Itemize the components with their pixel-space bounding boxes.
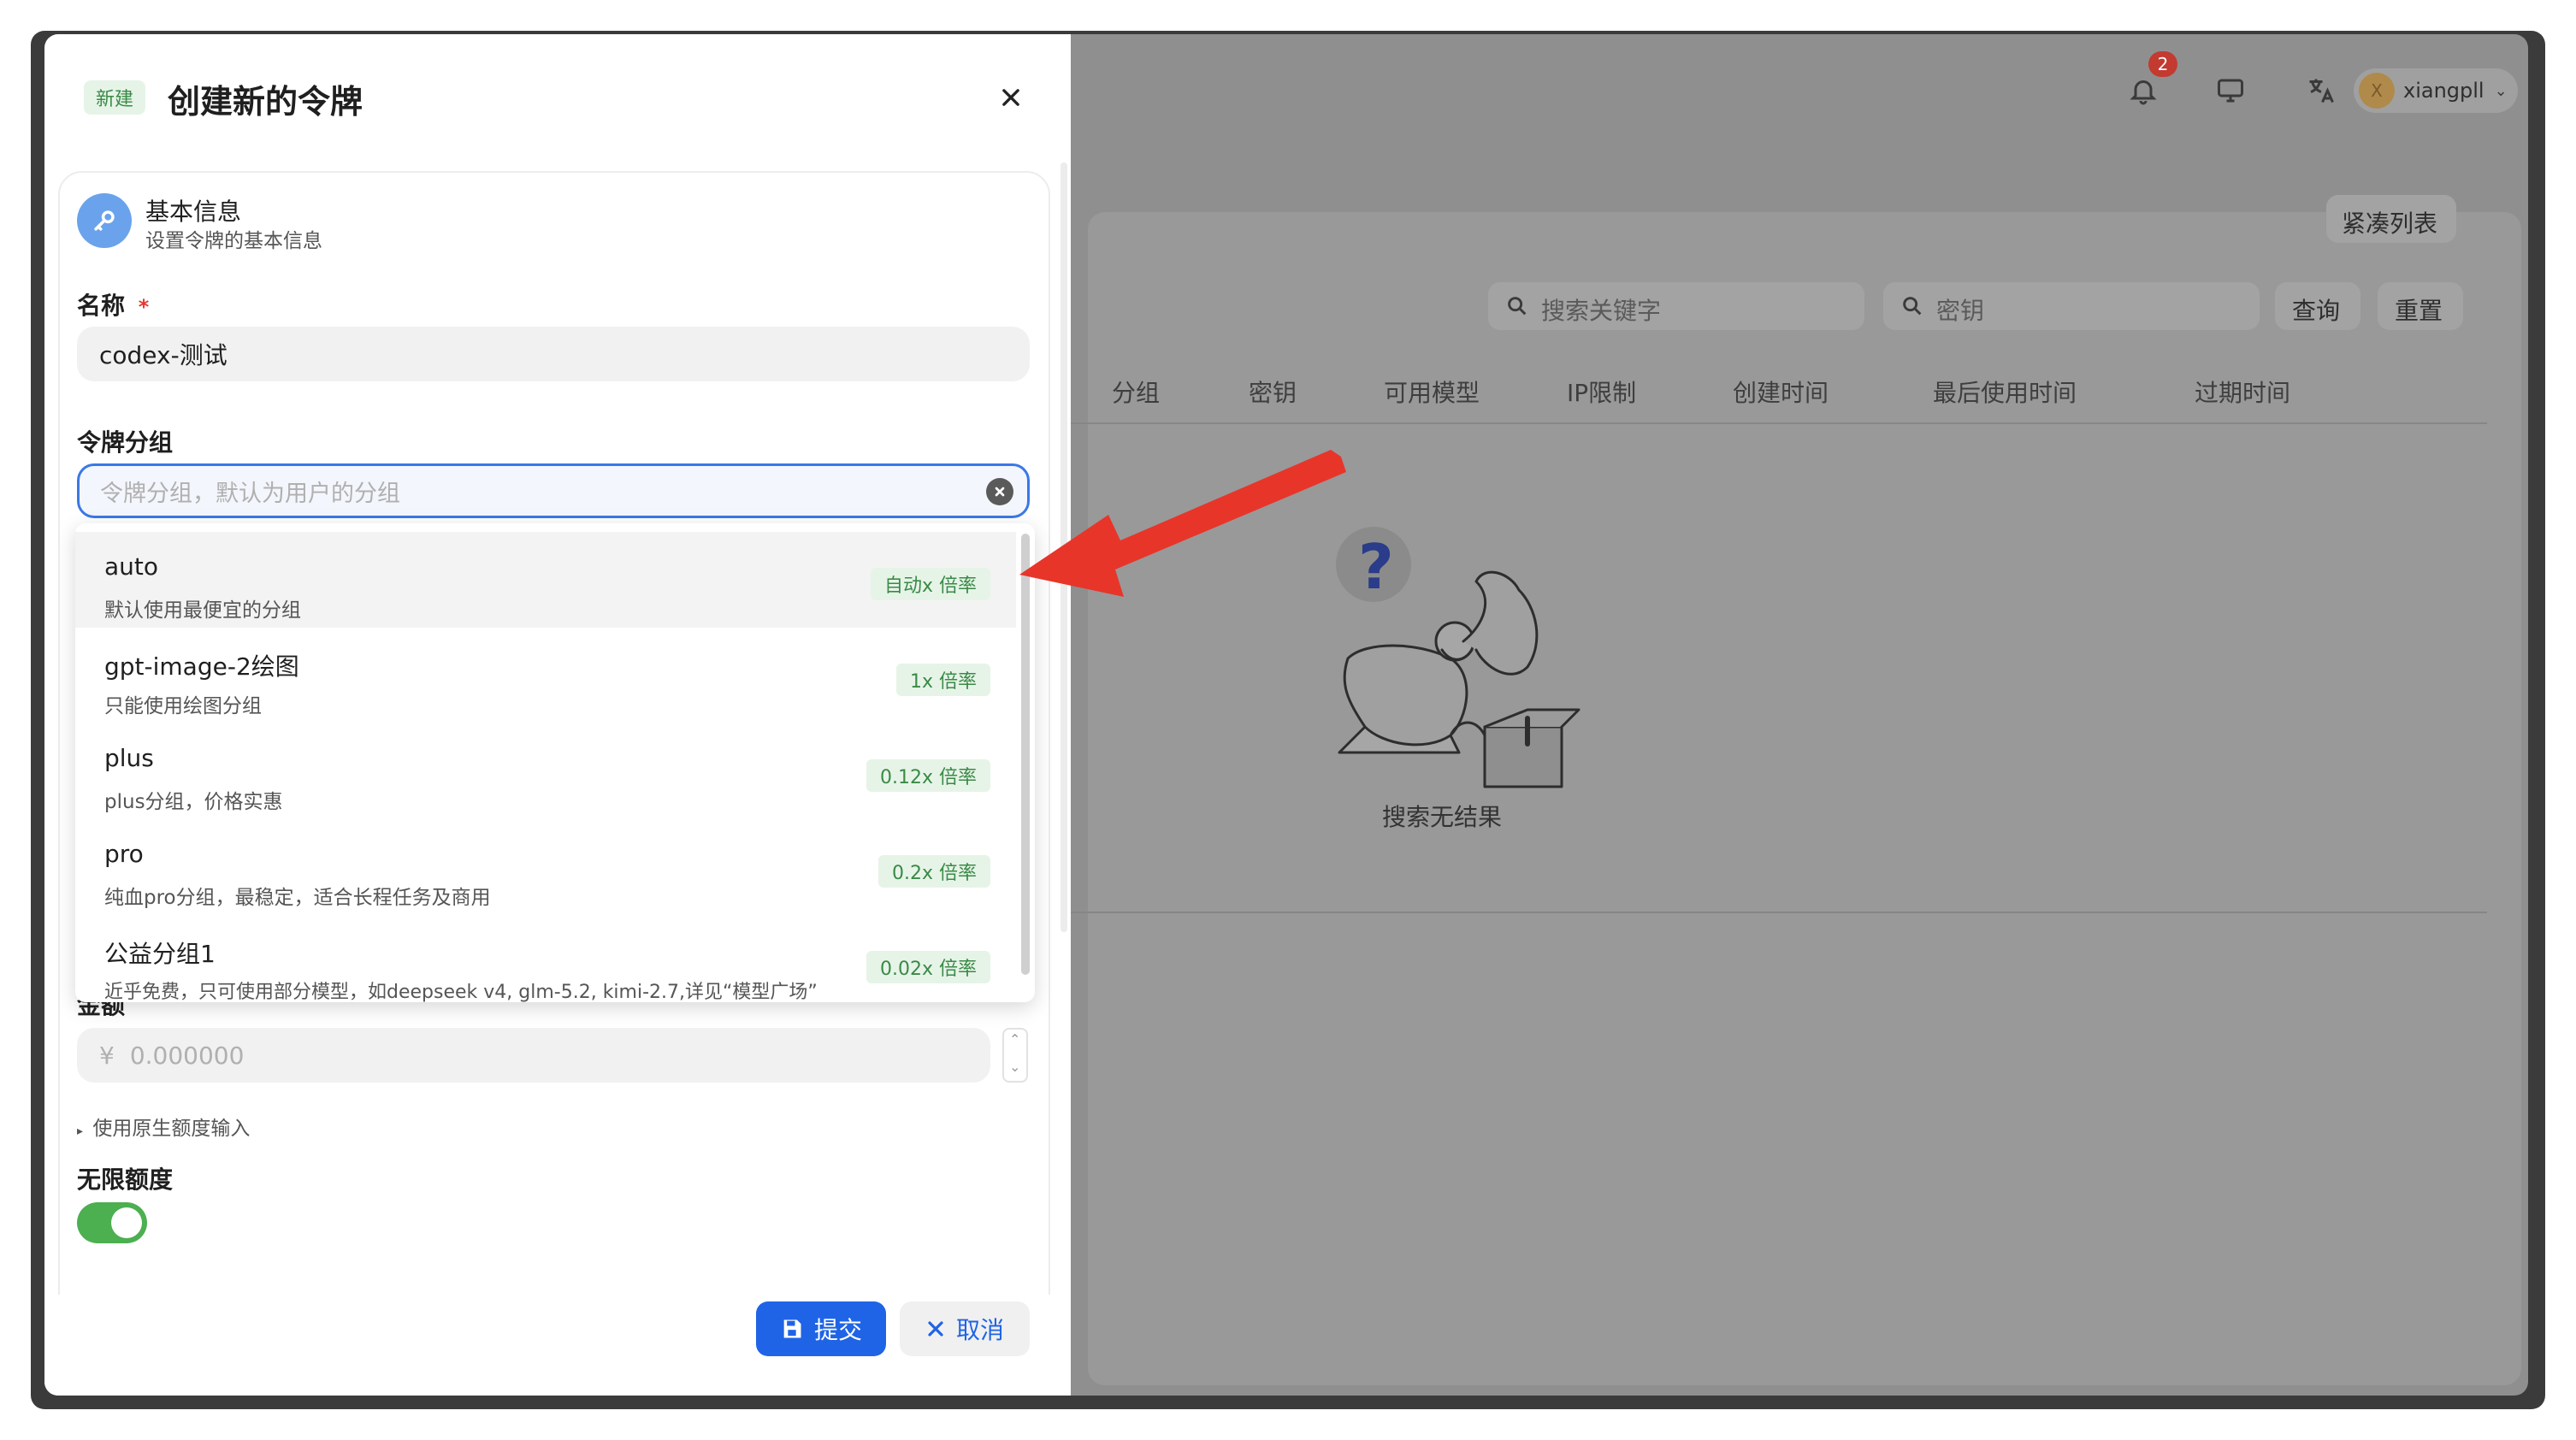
- column-header-models[interactable]: 可用模型: [1384, 375, 1480, 409]
- reset-button[interactable]: 重置: [2378, 282, 2463, 330]
- unlimited-label: 无限额度: [77, 1166, 174, 1194]
- avatar: X: [2359, 73, 2395, 109]
- option-desc: plus分组，价格实惠: [104, 791, 283, 813]
- column-header-created[interactable]: 创建时间: [1733, 375, 1829, 409]
- raw-quota-toggle[interactable]: ▸ 使用原生额度输入: [77, 1112, 250, 1141]
- option-desc: 纯血pro分组，最稳定，适合长程任务及商用: [104, 887, 491, 909]
- column-header-ip-limit[interactable]: IP限制: [1567, 375, 1636, 409]
- amount-stepper[interactable]: ⌃ ⌄: [1002, 1028, 1028, 1083]
- required-mark: *: [138, 295, 150, 319]
- group-select[interactable]: 令牌分组，默认为用户的分组: [77, 463, 1030, 518]
- name-label-text: 名称: [77, 292, 126, 320]
- option-name: auto: [104, 552, 159, 581]
- raw-quota-toggle-label: 使用原生额度输入: [92, 1118, 251, 1140]
- option-rate-badge: 0.2x 倍率: [877, 855, 990, 888]
- table-header: 分组 密钥 可用模型 IP限制 创建时间 最后使用时间 过期时间: [1071, 357, 2487, 424]
- group-option-pro[interactable]: pro 纯血pro分组，最稳定，适合长程任务及商用 0.2x 倍率: [75, 819, 1016, 915]
- annotation-arrow-icon: [1009, 445, 1351, 616]
- x-icon: [928, 1321, 943, 1337]
- notification-badge: 2: [2148, 51, 2177, 77]
- option-rate-badge: 0.02x 倍率: [866, 951, 990, 983]
- option-desc: 默认使用最便宜的分组: [104, 599, 301, 622]
- key-icon: [77, 193, 132, 248]
- username: xiangpll: [2403, 79, 2484, 103]
- name-input[interactable]: codex-测试: [77, 327, 1030, 381]
- group-select-placeholder: 令牌分组，默认为用户的分组: [100, 480, 400, 507]
- empty-state-text: 搜索无结果: [1382, 803, 1503, 831]
- close-icon[interactable]: [992, 79, 1030, 116]
- search-key-placeholder: 密钥: [1936, 297, 1985, 325]
- compact-list-label: 紧凑列表: [2342, 210, 2438, 238]
- search-icon: [1900, 294, 1924, 322]
- group-option-gpt-image[interactable]: gpt-image-2绘图 只能使用绘图分组 1x 倍率: [75, 628, 1016, 723]
- reset-label: 重置: [2395, 297, 2443, 325]
- translate-icon[interactable]: [2301, 70, 2342, 111]
- group-dropdown: auto 默认使用最便宜的分组 自动x 倍率 gpt-image-2绘图 只能使…: [75, 523, 1035, 1002]
- stepper-up-icon[interactable]: ⌃: [1009, 1031, 1020, 1048]
- cancel-label: 取消: [955, 1316, 1004, 1344]
- option-rate-badge: 0.12x 倍率: [866, 759, 990, 792]
- section-title: 基本信息: [145, 198, 242, 226]
- column-header-expires[interactable]: 过期时间: [2195, 375, 2290, 409]
- name-input-value: codex-测试: [99, 341, 227, 369]
- new-tag: 新建: [84, 80, 146, 115]
- group-option-plus[interactable]: plus plus分组，价格实惠 0.12x 倍率: [75, 723, 1016, 819]
- search-key-input[interactable]: 密钥: [1883, 282, 2260, 330]
- option-name: plus: [104, 744, 154, 772]
- group-option-public[interactable]: 公益分组1 近乎免费，只可使用部分模型，如deepseek v4, glm-5.…: [75, 915, 1016, 1002]
- drawer-title: 创建新的令牌: [168, 83, 363, 121]
- empty-state-illustration: ?: [1314, 513, 1613, 795]
- unlimited-switch[interactable]: [77, 1202, 147, 1243]
- amount-input[interactable]: ¥ 0.000000: [77, 1028, 990, 1083]
- name-label: 名称 *: [77, 287, 149, 322]
- option-rate-badge: 1x 倍率: [895, 664, 990, 696]
- query-button[interactable]: 查询: [2275, 282, 2360, 330]
- svg-text:?: ?: [1358, 531, 1394, 603]
- stepper-down-icon[interactable]: ⌄: [1009, 1059, 1020, 1075]
- submit-button[interactable]: 提交: [756, 1301, 886, 1356]
- switch-knob: [111, 1207, 142, 1238]
- option-name: 公益分组1: [104, 940, 216, 968]
- option-desc: 只能使用绘图分组: [104, 695, 262, 717]
- monitor-icon[interactable]: [2210, 70, 2251, 111]
- search-keyword-input[interactable]: 搜索关键字: [1488, 282, 1864, 330]
- group-label: 令牌分组: [77, 428, 174, 457]
- column-header-last-used[interactable]: 最后使用时间: [1933, 375, 2077, 409]
- amount-placeholder: 0.000000: [129, 1041, 245, 1070]
- table-divider: [1071, 912, 2487, 913]
- user-menu[interactable]: X xiangpll ⌄: [2354, 68, 2518, 113]
- option-rate-badge: 自动x 倍率: [870, 568, 990, 600]
- option-desc: 近乎免费，只可使用部分模型，如deepseek v4, glm-5.2, kim…: [104, 982, 818, 1002]
- currency-symbol: ¥: [99, 1041, 115, 1070]
- save-icon: [783, 1319, 801, 1338]
- section-subtitle: 设置令牌的基本信息: [145, 230, 322, 252]
- search-icon: [1505, 294, 1529, 322]
- caret-right-icon: ▸: [77, 1124, 84, 1138]
- column-header-key[interactable]: 密钥: [1249, 375, 1297, 409]
- search-keyword-placeholder: 搜索关键字: [1541, 297, 1662, 325]
- submit-label: 提交: [813, 1316, 862, 1344]
- option-name: pro: [104, 840, 144, 868]
- query-label: 查询: [2292, 297, 2341, 325]
- compact-list-button[interactable]: 紧凑列表: [2326, 195, 2456, 243]
- column-header-group[interactable]: 分组: [1112, 375, 1160, 409]
- chevron-down-icon: ⌄: [2494, 81, 2508, 100]
- option-name: gpt-image-2绘图: [104, 652, 299, 681]
- cancel-button[interactable]: 取消: [900, 1301, 1030, 1356]
- group-option-auto[interactable]: auto 默认使用最便宜的分组 自动x 倍率: [75, 532, 1016, 628]
